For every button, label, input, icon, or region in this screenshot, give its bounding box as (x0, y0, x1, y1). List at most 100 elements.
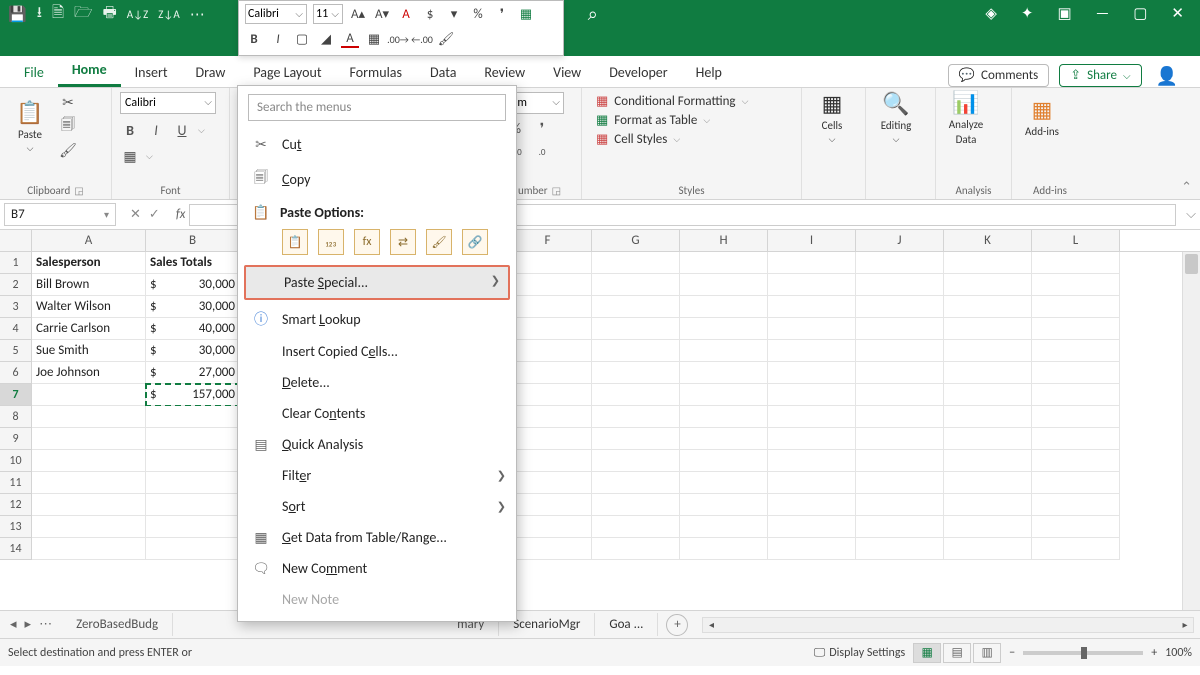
cell[interactable] (856, 318, 944, 340)
cell[interactable] (32, 494, 146, 516)
ctx-quick-analysis[interactable]: ▤Quick Analysis (238, 429, 516, 460)
cell[interactable] (768, 428, 856, 450)
cell[interactable] (504, 428, 592, 450)
cell[interactable] (944, 318, 1032, 340)
autosave-icon[interactable]: ⭳ (37, 2, 42, 27)
comma-icon[interactable]: ❜ (532, 118, 552, 138)
sort-desc-icon[interactable]: Z↓A (158, 8, 179, 21)
tab-view[interactable]: View (539, 58, 595, 87)
cell[interactable]: $40,000 (146, 318, 240, 340)
border-button[interactable]: ▦ (120, 146, 140, 166)
cell[interactable] (680, 494, 768, 516)
cell[interactable] (680, 252, 768, 274)
cell[interactable]: Carrie Carlson (32, 318, 146, 340)
comments-button[interactable]: 💬Comments (948, 64, 1049, 87)
ctx-new-note[interactable]: New Note (238, 584, 516, 615)
cell[interactable] (856, 340, 944, 362)
cell[interactable] (592, 296, 680, 318)
cell[interactable] (504, 384, 592, 406)
ctx-smart-lookup[interactable]: ⓘSmart Lookup (238, 302, 516, 336)
zoom-in-icon[interactable]: + (1151, 646, 1157, 660)
cell[interactable] (32, 384, 146, 406)
cell[interactable] (768, 362, 856, 384)
cell[interactable] (856, 384, 944, 406)
zoom-out-icon[interactable]: − (1009, 646, 1015, 660)
share-button[interactable]: ⇪Share⌵ (1059, 64, 1141, 87)
col-header-j[interactable]: J (856, 230, 944, 251)
ctx-new-comment[interactable]: 🗨New Comment (238, 553, 516, 584)
tab-data[interactable]: Data (416, 58, 470, 87)
cell[interactable] (856, 538, 944, 560)
cell[interactable]: $30,000 (146, 274, 240, 296)
cell[interactable] (856, 494, 944, 516)
paste-values-icon[interactable]: ₁₂₃ (318, 229, 344, 255)
decrease-decimal-icon[interactable]: ←.00 (413, 30, 431, 48)
col-header-i[interactable]: I (768, 230, 856, 251)
sheet-nav-first-icon[interactable]: ◂ (10, 617, 17, 632)
underline-button[interactable]: U (172, 120, 192, 140)
tab-home[interactable]: Home (58, 55, 121, 87)
cell[interactable] (680, 538, 768, 560)
paste-formatting-icon[interactable]: 🖌 (426, 229, 452, 255)
cell[interactable] (1032, 494, 1120, 516)
cell[interactable] (768, 340, 856, 362)
increase-font-icon[interactable]: A▴ (349, 5, 367, 23)
cell[interactable] (32, 406, 146, 428)
ctx-delete[interactable]: Delete... (238, 367, 516, 398)
paste-link-icon[interactable]: 🔗 (462, 229, 488, 255)
fill-color-icon[interactable]: ◢ (317, 30, 335, 48)
name-box[interactable]: B7▾ (4, 203, 116, 226)
cell[interactable] (768, 296, 856, 318)
tab-developer[interactable]: Developer (595, 58, 681, 87)
cell[interactable] (146, 494, 240, 516)
tab-draw[interactable]: Draw (182, 58, 240, 87)
cell[interactable] (944, 494, 1032, 516)
row-header[interactable]: 9 (0, 428, 32, 450)
cell[interactable]: $157,000 (146, 384, 240, 406)
col-header-f[interactable]: F (504, 230, 592, 251)
copy-icon[interactable]: 🗐 (58, 116, 78, 136)
row-header[interactable]: 13 (0, 516, 32, 538)
cell[interactable] (1032, 406, 1120, 428)
cell[interactable] (592, 252, 680, 274)
increase-decimal-icon[interactable]: .00→ (389, 30, 407, 48)
cell-styles-button[interactable]: ▦Cell Styles⌵ (596, 132, 787, 147)
paste-all-icon[interactable]: 📋 (282, 229, 308, 255)
cell[interactable] (32, 516, 146, 538)
cell[interactable] (944, 274, 1032, 296)
cell[interactable] (680, 428, 768, 450)
cell[interactable] (504, 362, 592, 384)
cell[interactable] (592, 406, 680, 428)
cell[interactable] (592, 274, 680, 296)
cell[interactable] (1032, 340, 1120, 362)
sheet-nav-more-icon[interactable]: ⋯ (39, 617, 52, 632)
sheet-nav-prev-icon[interactable]: ▸ (25, 617, 32, 632)
cell[interactable] (592, 450, 680, 472)
cell[interactable] (504, 296, 592, 318)
conditional-formatting-button[interactable]: ▦Conditional Formatting⌵ (596, 94, 787, 109)
cell[interactable] (680, 340, 768, 362)
cell[interactable] (944, 472, 1032, 494)
cell[interactable] (680, 296, 768, 318)
cell[interactable]: Joe Johnson (32, 362, 146, 384)
cell[interactable]: Walter Wilson (32, 296, 146, 318)
row-header[interactable]: 12 (0, 494, 32, 516)
expand-formula-icon[interactable]: ⌵ (1182, 207, 1200, 222)
comma-icon[interactable]: ❜ (493, 5, 511, 23)
cell[interactable] (768, 494, 856, 516)
cell[interactable] (768, 318, 856, 340)
ctx-sort[interactable]: Sort❯ (238, 491, 516, 522)
zoom-level[interactable]: 100% (1165, 646, 1192, 660)
mini-font-name[interactable] (245, 4, 307, 24)
cell[interactable] (592, 318, 680, 340)
italic-button[interactable]: I (146, 120, 166, 140)
sheet-tab-zero[interactable]: ZeroBasedBudg (62, 613, 173, 636)
cancel-formula-icon[interactable]: ✕ (130, 207, 141, 222)
zoom-control[interactable]: − + 100% (1009, 646, 1192, 660)
maximize-button[interactable]: ▢ (1133, 4, 1147, 23)
cut-icon[interactable]: ✂ (58, 92, 78, 112)
cell[interactable] (592, 538, 680, 560)
cell[interactable] (504, 516, 592, 538)
select-all-corner[interactable] (0, 230, 32, 251)
tab-pagelayout[interactable]: Page Layout (239, 58, 335, 87)
